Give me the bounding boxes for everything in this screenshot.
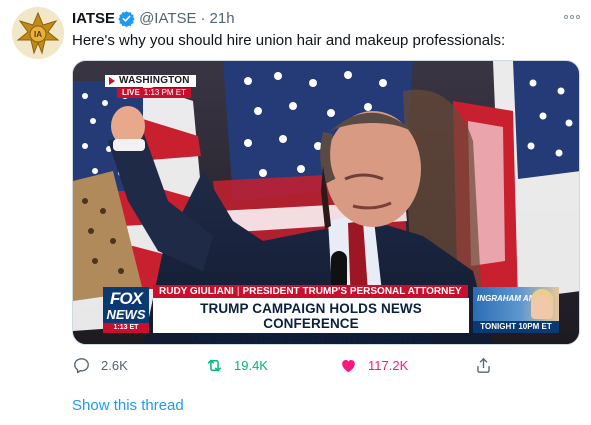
headline-line2: ON ELECTION LEGAL CHALLENGES: [190, 331, 432, 345]
show-thread-link[interactable]: Show this thread: [72, 397, 184, 414]
headline-strap: TRUMP CAMPAIGN HOLDS NEWS CONFERENCE ON …: [153, 298, 469, 344]
iatse-logo-icon[interactable]: IA: [12, 7, 64, 59]
location-bug: WASHINGTON: [105, 75, 196, 87]
name-strap-name: RUDY GIULIANI: [159, 286, 234, 297]
share-button[interactable]: [474, 354, 503, 376]
logo-line2: NEWS: [106, 307, 146, 322]
reply-button[interactable]: 2.6K: [72, 354, 128, 376]
logo-line1: FOX: [110, 289, 143, 308]
retweet-button[interactable]: 19.4K: [205, 354, 268, 376]
promo-time: TONIGHT 10PM ET: [473, 321, 559, 333]
fox-news-logo-icon: FOX NEWS 1:13 ET: [103, 287, 149, 333]
headline-line1: TRUMP CAMPAIGN HOLDS NEWS CONFERENCE: [200, 301, 422, 331]
header-separator: ·: [200, 9, 206, 27]
tweet-text: Here's why you should hire union hair an…: [72, 32, 506, 49]
more-dot: [564, 15, 568, 19]
reply-count: 2.6K: [101, 357, 128, 373]
tweet-actions: 2.6K 19.4K 117.2K: [72, 354, 502, 376]
live-time: 1:13 PM ET: [143, 88, 187, 97]
tweet-timestamp[interactable]: 21h: [210, 10, 235, 27]
share-icon: [477, 357, 490, 373]
name-strap-title: PRESIDENT TRUMP'S PERSONAL ATTORNEY: [242, 286, 462, 297]
name-strap: RUDY GIULIANI | PRESIDENT TRUMP'S PERSONAL…: [153, 285, 468, 298]
live-bug: LIVE 1:13 PM ET: [117, 88, 192, 98]
tweet-media[interactable]: WASHINGTON LIVE 1:13 PM ET FOX NEWS 1:13 …: [72, 60, 580, 345]
like-button[interactable]: 117.2K: [339, 354, 408, 376]
reply-icon: [74, 357, 89, 373]
more-dot: [576, 15, 580, 19]
show-promo: INGRAHAM ANGLE TONIGHT 10PM ET: [473, 287, 559, 333]
retweet-count: 19.4K: [234, 357, 268, 373]
author-handle[interactable]: @IATSE: [139, 10, 196, 27]
logo-time: 1:13 ET: [103, 323, 149, 333]
retweet-icon: [207, 359, 222, 371]
more-dot: [570, 15, 574, 19]
verified-badge-icon: [118, 10, 135, 27]
live-label: LIVE: [122, 88, 140, 97]
heart-icon: [342, 359, 355, 372]
more-options-icon[interactable]: [560, 10, 584, 24]
tweet-header: IATSE @IATSE · 21h: [72, 8, 235, 28]
tweet[interactable]: IA IATSE @IATSE · 21h Here's why you sho…: [0, 0, 591, 425]
author-name[interactable]: IATSE: [72, 10, 115, 27]
name-strap-separator: |: [236, 286, 240, 297]
avatar-text: IA: [34, 30, 42, 39]
promo-host-image: [531, 289, 553, 319]
like-count: 117.2K: [368, 357, 409, 373]
